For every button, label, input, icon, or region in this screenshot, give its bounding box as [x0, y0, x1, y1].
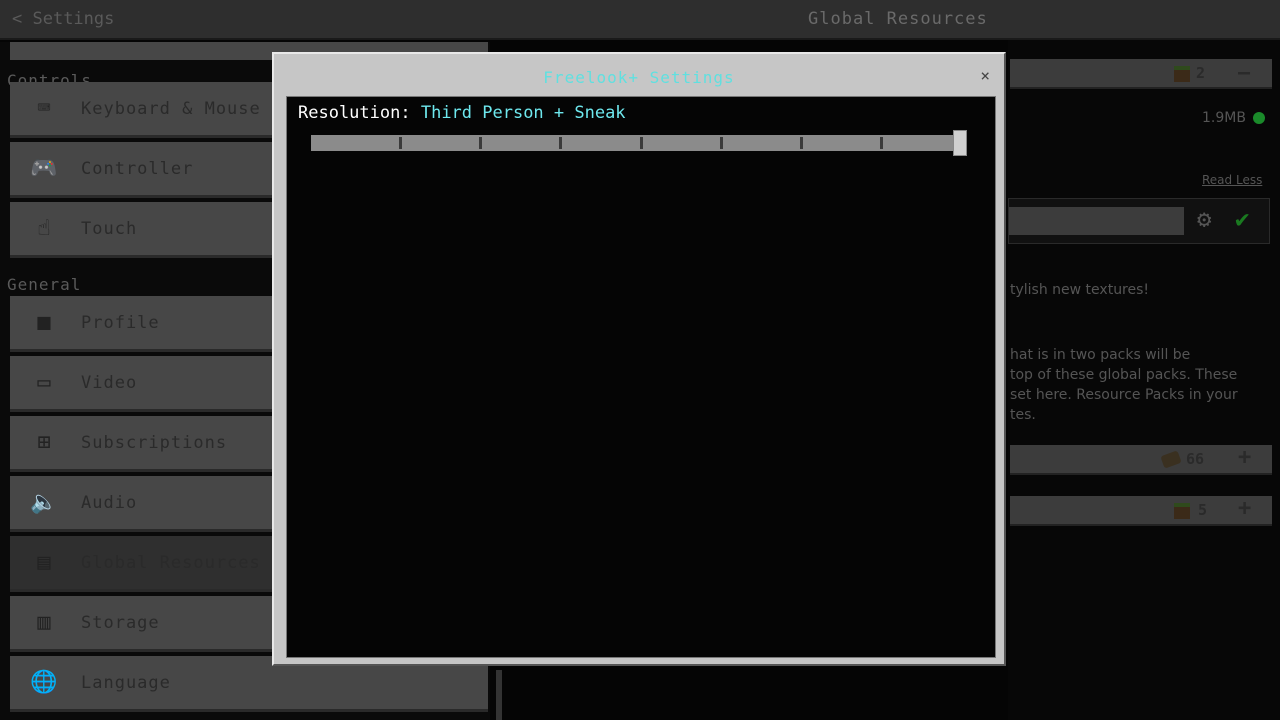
back-button[interactable]: < Settings: [12, 9, 114, 29]
sidebar-item-label: Controller: [81, 158, 194, 179]
slider-tick: [879, 137, 883, 149]
profile-icon: ■: [37, 310, 51, 335]
grass-block-icon: [1174, 66, 1190, 82]
language-icon: 🌐: [30, 670, 58, 695]
dialog-content: Resolution: Third Person + Sneak: [286, 96, 996, 658]
plus-icon[interactable]: +: [1238, 445, 1251, 470]
sidebar-scrollbar[interactable]: [496, 670, 502, 720]
minus-icon[interactable]: —: [1238, 60, 1250, 84]
global-resources-icon: ▤: [37, 550, 51, 575]
sidebar-item-label: Language: [81, 672, 171, 693]
page-title: Global Resources: [808, 9, 988, 29]
status-dot-icon: [1253, 112, 1265, 124]
info-text-line: hat is in two packs will be: [1010, 347, 1191, 363]
slider-handle[interactable]: [953, 130, 967, 156]
monitor-icon: ▭: [37, 370, 51, 395]
storage-icon: ▥: [37, 610, 51, 635]
pack-item[interactable]: ⚙ ✔: [1008, 198, 1270, 244]
available-packs-header[interactable]: 66 +: [1010, 445, 1272, 475]
plus-icon[interactable]: +: [1238, 496, 1251, 521]
slider-tick: [399, 137, 403, 149]
pack-bar: [1009, 207, 1184, 235]
close-icon[interactable]: ×: [980, 66, 990, 85]
read-less-link[interactable]: Read Less: [1202, 173, 1262, 187]
dialog-title: Freelook+ Settings: [543, 68, 735, 87]
sidebar-item-label: Audio: [81, 492, 138, 513]
slider-tick: [639, 137, 643, 149]
slider-tick: [479, 137, 483, 149]
slider-tick: [719, 137, 723, 149]
active-count: 2: [1196, 64, 1206, 82]
subscriptions-icon: ⊞: [37, 430, 51, 455]
controller-icon: 🎮: [30, 156, 58, 181]
checkmark-icon[interactable]: ✔: [1235, 205, 1249, 233]
pack-count: 66: [1186, 450, 1205, 468]
chevron-left-icon: <: [12, 9, 33, 29]
sidebar-item-label: Video: [81, 372, 138, 393]
sidebar-item-label: Storage: [81, 612, 160, 633]
sidebar-item-label: Subscriptions: [81, 432, 228, 453]
info-text-line: set here. Resource Packs in your: [1010, 387, 1238, 403]
keyboard-mouse-icon: ⌨: [37, 96, 51, 121]
resolution-slider[interactable]: [311, 130, 967, 156]
active-packs-header[interactable]: 2 —: [1010, 59, 1272, 89]
grass-block-icon: [1174, 503, 1190, 519]
book-icon: [1160, 450, 1182, 469]
sidebar-item-label: Keyboard & Mouse: [81, 98, 261, 119]
pack-description: tylish new textures!: [1010, 282, 1150, 298]
speaker-icon: 🔈: [30, 490, 58, 515]
sidebar-item-label: Touch: [81, 218, 138, 239]
pack-count: 5: [1198, 501, 1208, 519]
info-text-line: top of these global packs. These: [1010, 367, 1238, 383]
gear-icon[interactable]: ⚙: [1197, 205, 1211, 233]
slider-tick: [799, 137, 803, 149]
pack-size: 1.9MB: [1202, 110, 1246, 126]
info-text-line: tes.: [1010, 407, 1036, 423]
resolution-label: Resolution: Third Person + Sneak: [298, 103, 626, 123]
resolution-value: Third Person + Sneak: [420, 103, 626, 123]
section-general: General: [7, 275, 82, 294]
slider-tick: [559, 137, 563, 149]
sidebar-item-label: Global Resources: [81, 552, 261, 573]
realm-packs-header[interactable]: 5 +: [1010, 496, 1272, 526]
freelook-settings-dialog: Freelook+ Settings × Resolution: Third P…: [272, 52, 1006, 666]
sidebar-item-label: Profile: [81, 312, 160, 333]
touch-icon: ☝: [37, 216, 51, 241]
top-bar: < Settings Global Resources: [0, 0, 1280, 40]
